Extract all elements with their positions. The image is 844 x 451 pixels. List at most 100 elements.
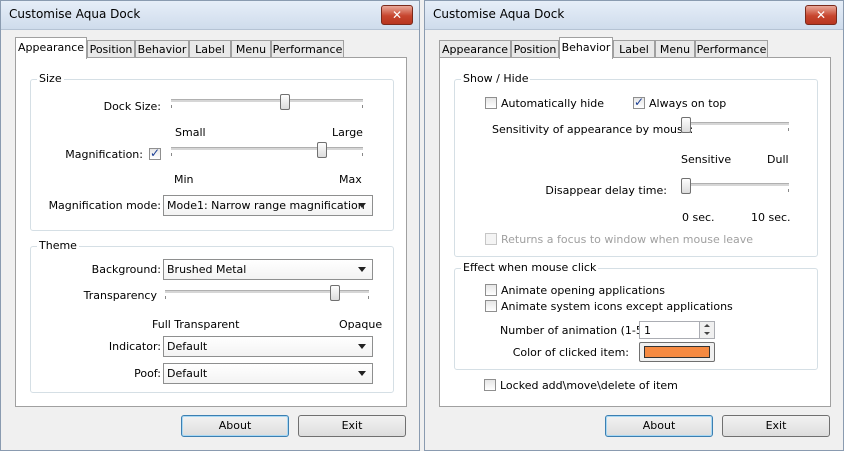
stepper-value: 1: [644, 324, 651, 337]
indicator-label: Indicator:: [108, 340, 161, 353]
chevron-down-icon: [358, 344, 366, 349]
tab-menu[interactable]: Menu: [231, 40, 271, 58]
background-select[interactable]: Brushed Metal: [163, 259, 373, 280]
tab-appearance[interactable]: Appearance: [15, 37, 87, 59]
zero-sec-label: 0 sec.: [682, 211, 715, 224]
exit-button[interactable]: Exit: [722, 415, 830, 437]
large-label: Large: [332, 126, 363, 139]
behavior-page: Show / Hide Automatically hide Always on…: [439, 57, 831, 407]
chevron-down-icon: [358, 203, 366, 208]
transparency-label: Transparency: [83, 289, 157, 302]
select-value: Mode1: Narrow range magnification: [167, 199, 365, 212]
magnification-mode-select[interactable]: Mode1: Narrow range magnification: [163, 195, 373, 216]
show-hide-group-label: Show / Hide: [461, 72, 531, 85]
num-animation-stepper[interactable]: 1: [639, 321, 715, 339]
right-title-bar[interactable]: Customise Aqua Dock ✕: [425, 1, 843, 30]
slider-track: [171, 147, 363, 150]
slider-thumb[interactable]: [681, 117, 691, 133]
returns-focus-checkbox[interactable]: [485, 233, 497, 245]
tab-position[interactable]: Position: [87, 40, 135, 58]
magnification-mode-label: Magnification mode:: [48, 199, 161, 212]
stepper-down-arrow-icon[interactable]: [699, 330, 714, 338]
tab-behavior[interactable]: Behavior: [135, 40, 189, 58]
magnification-slider[interactable]: [171, 142, 363, 158]
tab-performance[interactable]: Performance: [695, 40, 768, 58]
always-on-top-label[interactable]: Always on top: [649, 97, 726, 110]
chevron-down-icon: [358, 267, 366, 272]
ten-sec-label: 10 sec.: [751, 211, 791, 224]
animate-system-checkbox[interactable]: [485, 300, 497, 312]
tab-behavior[interactable]: Behavior: [559, 37, 613, 59]
effect-group-label: Effect when mouse click: [461, 261, 599, 274]
close-button[interactable]: ✕: [381, 5, 413, 25]
auto-hide-checkbox[interactable]: [485, 97, 497, 109]
appearance-page: Size Dock Size: Small Large Magnificatio…: [15, 57, 407, 407]
background-label: Background:: [91, 263, 161, 276]
animate-opening-label[interactable]: Animate opening applications: [501, 284, 665, 297]
chevron-down-icon: [358, 371, 366, 376]
magnification-checkbox[interactable]: [149, 146, 161, 160]
select-value: Brushed Metal: [167, 263, 247, 276]
slider-track: [681, 183, 789, 186]
tab-performance[interactable]: Performance: [271, 40, 344, 58]
tab-appearance[interactable]: Appearance: [439, 40, 511, 58]
color-swatch: [644, 346, 710, 358]
poof-label: Poof:: [134, 367, 161, 380]
returns-focus-label: Returns a focus to window when mouse lea…: [501, 233, 754, 246]
dock-size-label: Dock Size:: [103, 100, 161, 113]
dull-label: Dull: [767, 153, 789, 166]
always-on-top-checkbox[interactable]: [633, 95, 645, 109]
num-animation-label: Number of animation (1-5):: [500, 324, 651, 337]
magnification-label: Magnification:: [65, 148, 143, 161]
locked-label[interactable]: Locked add\move\delete of item: [500, 379, 678, 392]
small-label: Small: [175, 126, 206, 139]
select-value: Default: [167, 340, 208, 353]
tab-label[interactable]: Label: [613, 40, 655, 58]
close-button[interactable]: ✕: [805, 5, 837, 25]
tab-label[interactable]: Label: [189, 40, 231, 58]
slider-thumb[interactable]: [317, 142, 327, 158]
about-button[interactable]: About: [181, 415, 289, 437]
animate-opening-checkbox[interactable]: [485, 284, 497, 296]
sensitivity-slider[interactable]: [681, 117, 789, 133]
opaque-label: Opaque: [339, 318, 383, 331]
theme-group-label: Theme: [37, 239, 79, 252]
delay-slider[interactable]: [681, 178, 789, 194]
sensitivity-label: Sensitivity of appearance by mouse:: [492, 123, 694, 136]
slider-track: [681, 122, 789, 125]
theme-group: Theme Background: Brushed Metal Transpar…: [30, 239, 394, 393]
transparency-slider[interactable]: [165, 285, 369, 301]
dock-size-slider[interactable]: [171, 94, 363, 110]
indicator-select[interactable]: Default: [163, 336, 373, 357]
slider-ticks: [681, 189, 789, 192]
slider-track: [171, 99, 363, 102]
slider-thumb[interactable]: [280, 94, 290, 110]
slider-ticks: [171, 153, 363, 156]
max-label: Max: [339, 173, 362, 186]
slider-thumb[interactable]: [681, 178, 691, 194]
right-window: Customise Aqua Dock ✕ Appearance Positio…: [424, 0, 844, 451]
delay-label: Disappear delay time:: [545, 184, 667, 197]
window-title: Customise Aqua Dock: [433, 7, 565, 21]
size-group-label: Size: [37, 72, 64, 85]
auto-hide-label[interactable]: Automatically hide: [501, 97, 604, 110]
left-title-bar[interactable]: Customise Aqua Dock ✕: [1, 1, 419, 30]
size-group: Size Dock Size: Small Large Magnificatio…: [30, 72, 394, 231]
slider-thumb[interactable]: [330, 285, 340, 301]
effect-group: Effect when mouse click Animate opening …: [454, 261, 818, 370]
show-hide-group: Show / Hide Automatically hide Always on…: [454, 72, 818, 257]
min-label: Min: [174, 173, 194, 186]
tab-position[interactable]: Position: [511, 40, 559, 58]
slider-ticks: [171, 105, 363, 108]
exit-button[interactable]: Exit: [298, 415, 406, 437]
color-picker-button[interactable]: [639, 342, 715, 362]
window-title: Customise Aqua Dock: [9, 7, 141, 21]
animate-system-label[interactable]: Animate system icons except applications: [501, 300, 733, 313]
locked-checkbox[interactable]: [484, 379, 496, 391]
tab-menu[interactable]: Menu: [655, 40, 695, 58]
poof-select[interactable]: Default: [163, 363, 373, 384]
about-button[interactable]: About: [605, 415, 713, 437]
left-window: Customise Aqua Dock ✕ Appearance Positio…: [0, 0, 420, 451]
sensitive-label: Sensitive: [681, 153, 732, 166]
select-value: Default: [167, 367, 208, 380]
